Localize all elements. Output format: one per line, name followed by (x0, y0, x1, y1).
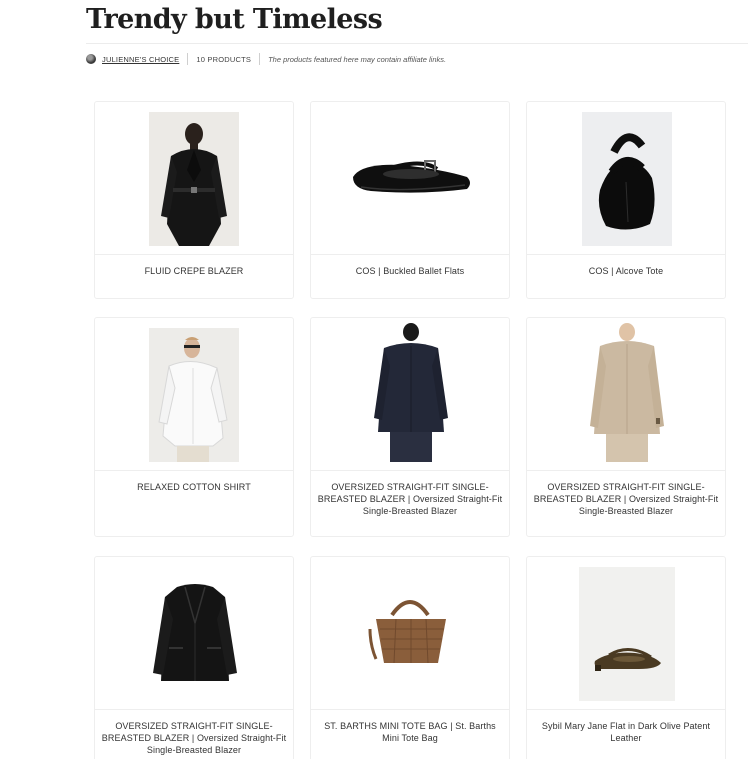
product-count: 10 PRODUCTS (196, 54, 252, 64)
product-name[interactable]: COS | Alcove Tote (533, 265, 719, 277)
article-meta: JULIENNE'S CHOICE 10 PRODUCTS The produc… (86, 52, 446, 66)
product-name[interactable]: ST. BARTHS MINI TOTE BAG | St. Barths Mi… (317, 720, 503, 744)
product-image[interactable] (366, 589, 456, 669)
product-card[interactable]: COS | Alcove Tote (526, 101, 726, 299)
product-card[interactable]: OVERSIZED STRAIGHT-FIT SINGLE-BREASTED B… (94, 556, 294, 759)
product-image[interactable] (145, 577, 245, 689)
meta-separator (259, 53, 261, 65)
card-divider (95, 254, 293, 255)
product-name[interactable]: Sybil Mary Jane Flat in Dark Olive Paten… (533, 720, 719, 744)
card-divider (95, 709, 293, 710)
product-card[interactable]: FLUID CREPE BLAZER (94, 101, 294, 299)
product-name[interactable]: OVERSIZED STRAIGHT-FIT SINGLE-BREASTED B… (317, 481, 503, 517)
product-name[interactable]: RELAXED COTTON SHIRT (101, 481, 287, 493)
product-card[interactable]: ST. BARTHS MINI TOTE BAG | St. Barths Mi… (310, 556, 510, 759)
product-card[interactable]: Sybil Mary Jane Flat in Dark Olive Paten… (526, 556, 726, 759)
product-name[interactable]: OVERSIZED STRAIGHT-FIT SINGLE-BREASTED B… (101, 720, 287, 756)
author-avatar (86, 54, 96, 64)
meta-separator (187, 53, 189, 65)
card-divider (311, 470, 509, 471)
product-card[interactable]: RELAXED COTTON SHIRT (94, 317, 294, 537)
product-image[interactable] (341, 147, 481, 207)
product-name[interactable]: OVERSIZED STRAIGHT-FIT SINGLE-BREASTED B… (533, 481, 719, 517)
card-divider (527, 470, 725, 471)
card-divider (527, 254, 725, 255)
affiliate-disclaimer: The products featured here may contain a… (268, 54, 447, 64)
card-divider (95, 470, 293, 471)
card-divider (311, 709, 509, 710)
card-divider (311, 254, 509, 255)
title-divider (86, 43, 748, 44)
product-card[interactable]: COS | Buckled Ballet Flats (310, 101, 510, 299)
product-image[interactable] (582, 112, 672, 246)
product-image[interactable] (149, 328, 239, 462)
product-card[interactable]: OVERSIZED STRAIGHT-FIT SINGLE-BREASTED B… (526, 317, 726, 537)
card-divider (527, 709, 725, 710)
product-image[interactable] (366, 322, 456, 462)
product-image[interactable] (579, 567, 675, 701)
product-image[interactable] (582, 322, 672, 462)
product-name[interactable]: COS | Buckled Ballet Flats (317, 265, 503, 277)
product-name[interactable]: FLUID CREPE BLAZER (101, 265, 287, 277)
product-card[interactable]: OVERSIZED STRAIGHT-FIT SINGLE-BREASTED B… (310, 317, 510, 537)
page-title: Trendy but Timeless (86, 4, 383, 35)
product-image[interactable] (149, 112, 239, 246)
author-link[interactable]: JULIENNE'S CHOICE (102, 55, 179, 64)
